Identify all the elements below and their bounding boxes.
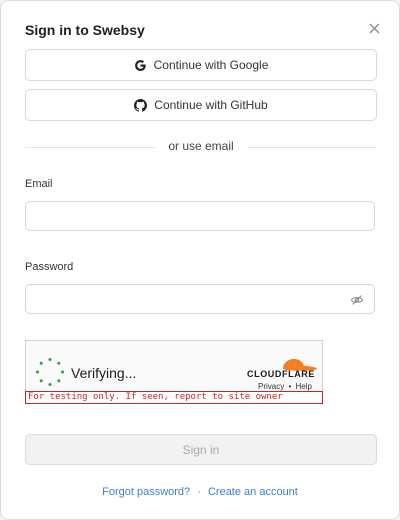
help-link[interactable]: Help (296, 382, 312, 391)
modal-title: Sign in to Swebsy (25, 22, 145, 38)
sign-in-button[interactable]: Sign in (25, 434, 377, 465)
divider-text: or use email (168, 139, 234, 153)
links-separator: • (288, 382, 292, 391)
eye-slash-icon[interactable] (350, 293, 364, 307)
testing-notice: For testing only. If seen, report to sit… (25, 391, 323, 404)
spinner-icon (36, 358, 64, 386)
email-label: Email (25, 178, 53, 190)
forgot-password-link[interactable]: Forgot password? (102, 486, 190, 498)
divider-line-right (247, 147, 377, 148)
create-account-link[interactable]: Create an account (208, 486, 298, 498)
google-button-label: Continue with Google (153, 58, 269, 72)
footer-separator: · (197, 486, 201, 498)
cloudflare-wordmark: CLOUDFLARE (247, 369, 315, 379)
github-icon (134, 98, 148, 112)
continue-with-github-button[interactable]: Continue with GitHub (25, 89, 377, 121)
cloudflare-turnstile-widget[interactable]: Verifying... CLOUDFLARE Privacy • Help (25, 340, 323, 392)
continue-with-google-button[interactable]: Continue with Google (25, 49, 377, 81)
footer-links: Forgot password? · Create an account (1, 486, 399, 498)
privacy-link[interactable]: Privacy (258, 382, 284, 391)
password-field[interactable] (25, 284, 375, 314)
email-field[interactable] (25, 201, 375, 231)
github-button-label: Continue with GitHub (154, 98, 268, 112)
or-divider: or use email (25, 139, 377, 155)
close-icon (369, 23, 379, 33)
cloudflare-links: Privacy • Help (258, 382, 312, 391)
google-icon (134, 59, 147, 72)
password-label: Password (25, 261, 74, 273)
close-button[interactable] (363, 17, 385, 39)
verifying-status: Verifying... (71, 365, 137, 381)
sign-in-modal: Sign in to Swebsy Continue with Google C… (0, 0, 400, 520)
